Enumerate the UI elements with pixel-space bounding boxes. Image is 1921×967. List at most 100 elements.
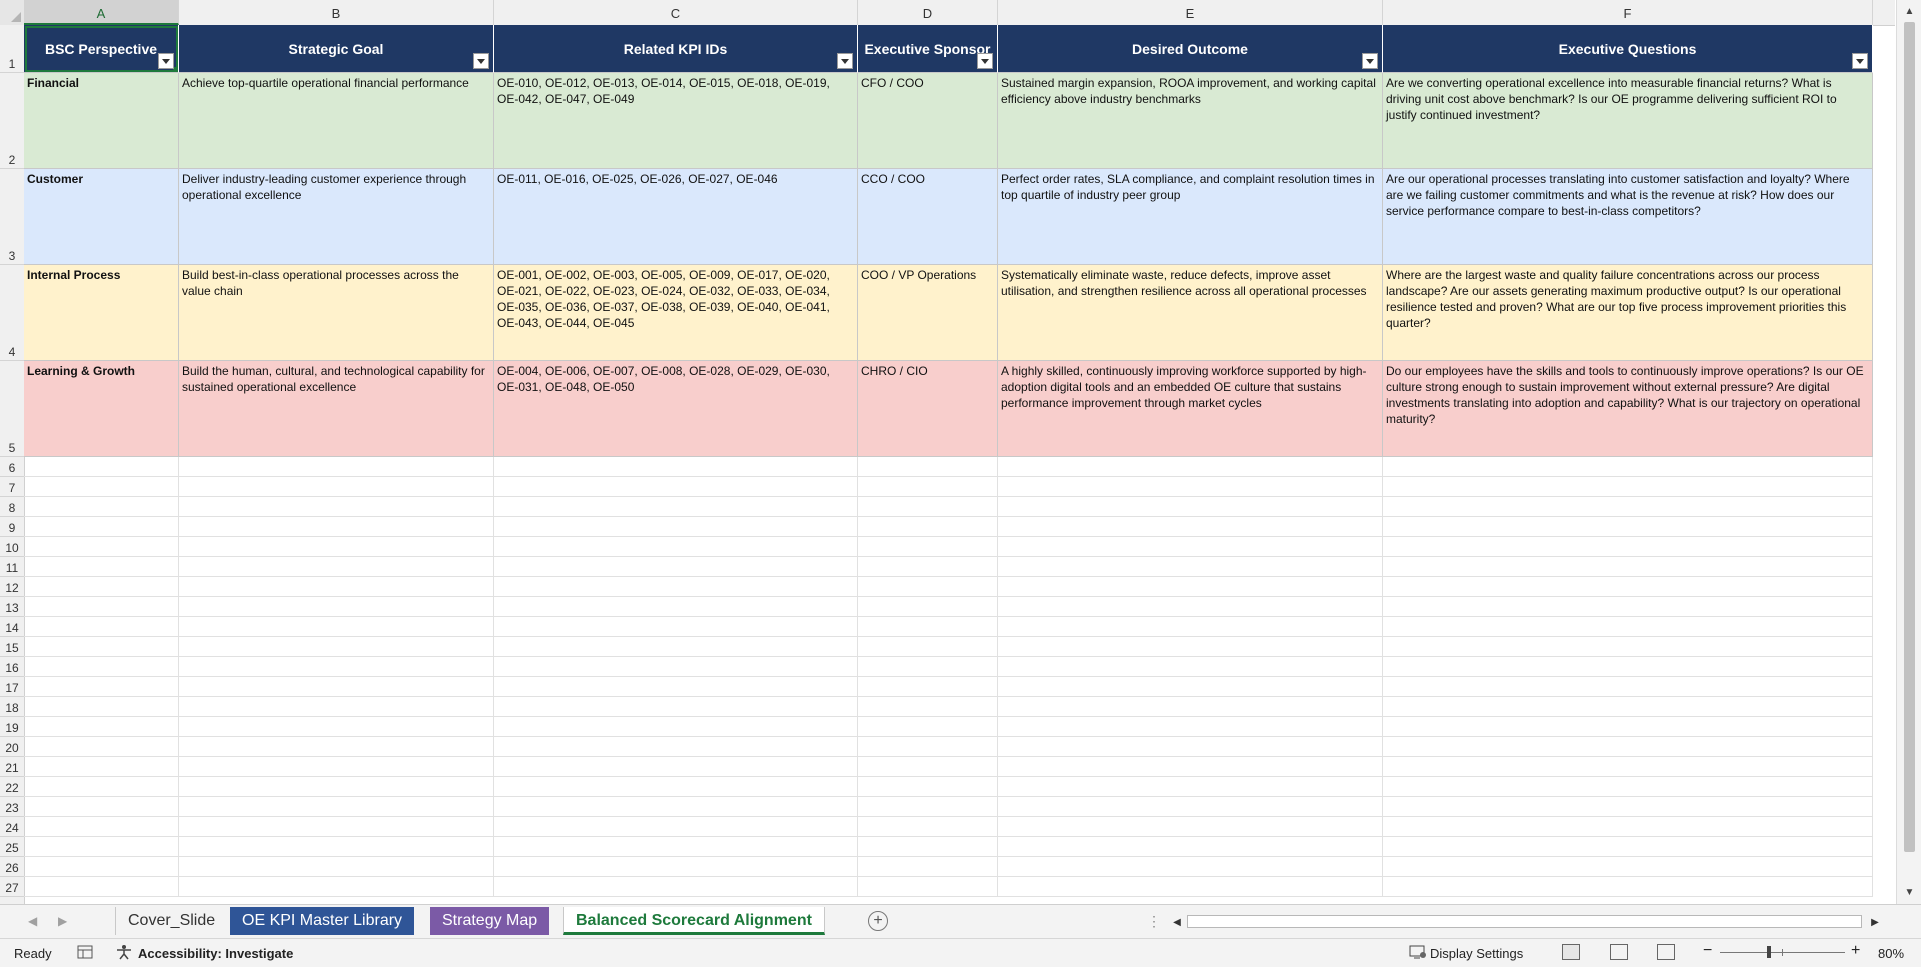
- accessibility-status[interactable]: Accessibility: Investigate: [138, 946, 293, 961]
- empty-cell[interactable]: [858, 857, 998, 877]
- empty-cell[interactable]: [24, 697, 179, 717]
- empty-cell[interactable]: [179, 737, 494, 757]
- empty-cell[interactable]: [24, 857, 179, 877]
- empty-cell[interactable]: [179, 717, 494, 737]
- column-header-a[interactable]: A: [24, 0, 179, 25]
- zoom-in-icon[interactable]: +: [1851, 942, 1860, 960]
- row-number[interactable]: 12: [0, 577, 24, 597]
- empty-cell[interactable]: [998, 457, 1383, 477]
- empty-cell[interactable]: [494, 457, 858, 477]
- row-number[interactable]: 1: [0, 25, 24, 73]
- empty-cell[interactable]: [494, 557, 858, 577]
- spreadsheet-grid[interactable]: A B C D E F 1 2 3 4 5 6 7 8 9 10 11 12 13 14 15 16 17 18 1…: [0, 0, 1921, 904]
- empty-cell[interactable]: [494, 697, 858, 717]
- empty-cell[interactable]: [858, 817, 998, 837]
- empty-cell[interactable]: [494, 837, 858, 857]
- empty-cell[interactable]: [179, 637, 494, 657]
- empty-cell[interactable]: [24, 597, 179, 617]
- empty-cell[interactable]: [858, 577, 998, 597]
- empty-cell[interactable]: [998, 537, 1383, 557]
- sheet-tab-strategy-map[interactable]: Strategy Map: [430, 907, 550, 935]
- empty-cell[interactable]: [494, 797, 858, 817]
- empty-cell[interactable]: [998, 777, 1383, 797]
- empty-cell[interactable]: [1383, 477, 1873, 497]
- empty-cell[interactable]: [24, 617, 179, 637]
- empty-cell[interactable]: [998, 837, 1383, 857]
- cell-sponsor[interactable]: CCO / COO: [858, 169, 998, 265]
- header-cell-executive-questions[interactable]: Executive Questions: [1383, 25, 1873, 73]
- row-number[interactable]: 3: [0, 169, 24, 265]
- empty-cell[interactable]: [1383, 597, 1873, 617]
- empty-cell[interactable]: [998, 597, 1383, 617]
- empty-cell[interactable]: [494, 537, 858, 557]
- horizontal-scroll-thumb[interactable]: [1189, 917, 1789, 926]
- row-number[interactable]: 7: [0, 477, 24, 497]
- empty-cell[interactable]: [179, 857, 494, 877]
- select-all-corner[interactable]: [0, 0, 25, 25]
- cell-outcome[interactable]: Perfect order rates, SLA compliance, and…: [998, 169, 1383, 265]
- empty-cell[interactable]: [858, 537, 998, 557]
- row-number[interactable]: 8: [0, 497, 24, 517]
- empty-cell[interactable]: [24, 777, 179, 797]
- empty-cell[interactable]: [179, 557, 494, 577]
- cell-outcome[interactable]: A highly skilled, continuously improving…: [998, 361, 1383, 457]
- empty-cell[interactable]: [24, 837, 179, 857]
- row-number[interactable]: 19: [0, 717, 24, 737]
- empty-cell[interactable]: [179, 837, 494, 857]
- cell-outcome[interactable]: Systematically eliminate waste, reduce d…: [998, 265, 1383, 361]
- empty-cell[interactable]: [1383, 677, 1873, 697]
- empty-cell[interactable]: [494, 777, 858, 797]
- empty-cell[interactable]: [24, 457, 179, 477]
- empty-cell[interactable]: [179, 877, 494, 897]
- empty-cell[interactable]: [24, 557, 179, 577]
- empty-cell[interactable]: [858, 877, 998, 897]
- row-number[interactable]: 18: [0, 697, 24, 717]
- empty-cell[interactable]: [179, 457, 494, 477]
- empty-cell[interactable]: [998, 617, 1383, 637]
- normal-view-icon[interactable]: [1562, 944, 1580, 960]
- row-number[interactable]: 21: [0, 757, 24, 777]
- cell-kpi-ids[interactable]: OE-010, OE-012, OE-013, OE-014, OE-015, …: [494, 73, 858, 169]
- empty-cell[interactable]: [1383, 657, 1873, 677]
- macro-recording-icon[interactable]: [77, 945, 93, 962]
- empty-cell[interactable]: [1383, 717, 1873, 737]
- scroll-down-arrow-icon[interactable]: ▼: [1902, 885, 1917, 900]
- filter-dropdown-button[interactable]: [977, 53, 993, 69]
- empty-cell[interactable]: [858, 677, 998, 697]
- display-settings-icon[interactable]: [1409, 944, 1427, 963]
- empty-cell[interactable]: [494, 717, 858, 737]
- zoom-level[interactable]: 80%: [1878, 946, 1904, 961]
- cell-kpi-ids[interactable]: OE-001, OE-002, OE-003, OE-005, OE-009, …: [494, 265, 858, 361]
- empty-cell[interactable]: [24, 757, 179, 777]
- scroll-up-arrow-icon[interactable]: ▲: [1902, 4, 1917, 19]
- row-number[interactable]: 24: [0, 817, 24, 837]
- empty-cell[interactable]: [179, 757, 494, 777]
- column-header-d[interactable]: D: [858, 0, 998, 25]
- row-number[interactable]: 2: [0, 73, 24, 169]
- empty-cell[interactable]: [1383, 757, 1873, 777]
- empty-cell[interactable]: [1383, 537, 1873, 557]
- empty-cell[interactable]: [1383, 737, 1873, 757]
- horizontal-scroll-track[interactable]: [1187, 915, 1862, 928]
- empty-cell[interactable]: [494, 477, 858, 497]
- vertical-scrollbar[interactable]: ▲ ▼: [1896, 0, 1921, 904]
- empty-cell[interactable]: [494, 737, 858, 757]
- empty-cell[interactable]: [24, 717, 179, 737]
- accessibility-icon[interactable]: [115, 944, 133, 963]
- cell-sponsor[interactable]: CHRO / CIO: [858, 361, 998, 457]
- empty-cell[interactable]: [1383, 637, 1873, 657]
- sheet-tab-cover-slide[interactable]: Cover_Slide: [115, 907, 228, 935]
- row-number[interactable]: 20: [0, 737, 24, 757]
- cell-strategic-goal[interactable]: Build best-in-class operational processe…: [179, 265, 494, 361]
- column-header-f[interactable]: F: [1383, 0, 1873, 25]
- empty-cell[interactable]: [1383, 837, 1873, 857]
- filter-dropdown-button[interactable]: [1852, 53, 1868, 69]
- empty-cell[interactable]: [494, 677, 858, 697]
- row-number[interactable]: 27: [0, 877, 24, 897]
- empty-cell[interactable]: [858, 617, 998, 637]
- empty-cell[interactable]: [179, 577, 494, 597]
- empty-cell[interactable]: [998, 497, 1383, 517]
- empty-cell[interactable]: [24, 797, 179, 817]
- empty-cell[interactable]: [1383, 877, 1873, 897]
- column-header-b[interactable]: B: [179, 0, 494, 25]
